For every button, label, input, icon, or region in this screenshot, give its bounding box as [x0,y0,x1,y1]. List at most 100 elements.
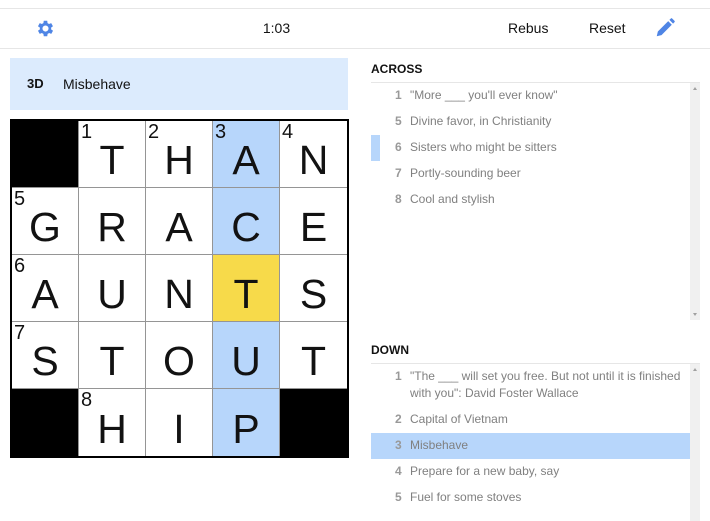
down-clue-item[interactable]: 5 Fuel for some stoves [371,485,691,511]
rebus-button[interactable]: Rebus [508,20,548,36]
grid-cell[interactable]: N [146,255,213,322]
clue-number: 1 [395,88,402,102]
clue-number: 7 [395,166,402,180]
clue-number: 1 [395,369,402,383]
across-clue-item[interactable]: 5 Divine favor, in Christianity [371,109,691,135]
crossword-grid: 1T2H3A4N5GRACE6AUNTS7STOUT8HIP [10,119,349,458]
cell-letter: G [29,204,61,250]
across-clue-list: 1 "More ___ you'll ever know" 5 Divine favo… [371,82,700,320]
clue-number: 4 [395,464,402,478]
grid-cell[interactable]: 1T [79,121,146,188]
cell-letter: H [97,406,127,452]
cell-number: 1 [81,121,93,143]
down-clue-item[interactable]: 3 Misbehave [371,433,691,459]
current-clue-text: Misbehave [63,76,131,92]
cell-letter: A [31,271,59,317]
cell-number: 8 [81,389,93,411]
clue-text: "The ___ will set you free. But not unti… [410,369,681,400]
across-clue-item[interactable]: 7 Portly-sounding beer [371,161,691,187]
grid-cell[interactable]: I [146,389,213,456]
cell-number: 7 [14,322,26,344]
grid-cell[interactable]: 6A [12,255,79,322]
grid-cell[interactable]: 8H [79,389,146,456]
cell-letter: U [97,271,127,317]
toolbar: 1:03 Rebus Reset [0,8,710,49]
across-clue-item[interactable]: 1 "More ___ you'll ever know" [371,83,691,109]
scroll-up-arrow-icon[interactable] [693,87,697,90]
grid-cell[interactable]: O [146,322,213,389]
block-cell [280,389,347,456]
grid-cell[interactable]: U [79,255,146,322]
grid-cell[interactable]: E [280,188,347,255]
reset-button[interactable]: Reset [589,20,626,36]
grid-cell[interactable]: U [213,322,280,389]
clue-number: 3 [395,438,402,452]
block-cell [12,389,79,456]
down-clue-item[interactable]: 4 Prepare for a new baby, say [371,459,691,485]
clue-number: 5 [395,114,402,128]
cell-letter: U [231,338,261,384]
clue-number: 6 [395,140,402,154]
clue-number: 2 [395,412,402,426]
current-clue-label: 3D [27,76,44,91]
grid-cell[interactable]: C [213,188,280,255]
across-clue-item[interactable]: 8 Cool and stylish [371,187,691,213]
grid-cell[interactable]: 4N [280,121,347,188]
cell-letter: T [99,137,125,183]
cell-letter: A [165,204,193,250]
across-title: ACROSS [371,62,423,76]
scroll-up-arrow-icon[interactable] [693,368,697,371]
cell-letter: I [173,406,185,452]
cell-letter: T [300,338,327,384]
cell-letter: C [231,204,261,250]
grid-cell[interactable]: T [213,255,280,322]
grid-cell[interactable]: T [79,322,146,389]
clue-text: Capital of Vietnam [410,412,508,426]
current-clue-bar: 3D Misbehave [10,58,348,110]
down-title: DOWN [371,343,409,357]
grid-cell[interactable]: 7S [12,322,79,389]
grid-cell[interactable]: 5G [12,188,79,255]
cell-letter: S [299,271,328,317]
block-cell [12,121,79,188]
scroll-down-arrow-icon[interactable] [693,313,697,316]
grid-cell[interactable]: T [280,322,347,389]
clue-text: Prepare for a new baby, say [410,464,560,478]
cell-letter: O [163,338,195,384]
cell-number: 4 [282,121,294,143]
cell-number: 2 [148,121,160,143]
cell-letter: E [299,204,328,250]
timer: 1:03 [262,20,291,36]
pencil-icon[interactable] [654,17,676,39]
cell-letter: H [164,137,194,183]
clue-number: 8 [395,192,402,206]
down-clue-list: 1 "The ___ will set you free. But not unt… [371,363,700,521]
cell-number: 3 [215,121,227,143]
clue-text: Misbehave [410,438,469,452]
grid-cell[interactable]: P [213,389,280,456]
across-scrollbar[interactable] [690,83,700,320]
grid-cell[interactable]: A [146,188,213,255]
across-clue-item[interactable]: 6 Sisters who might be sitters [371,135,691,161]
down-clue-item[interactable]: 2 Capital of Vietnam [371,407,691,433]
down-scrollbar[interactable] [690,364,700,521]
clue-number: 5 [395,490,402,504]
cell-letter: A [232,137,260,183]
clue-text: Sisters who might be sitters [410,140,557,154]
cell-letter: N [298,137,329,183]
cell-letter: R [97,204,127,250]
cell-number: 6 [14,255,26,277]
clue-text: Fuel for some stoves [410,490,522,504]
cell-number: 5 [14,188,26,210]
cell-letter: P [232,406,260,452]
clue-text: Cool and stylish [410,192,495,206]
grid-cell[interactable]: 3A [213,121,280,188]
cell-letter: S [31,338,59,384]
grid-cell[interactable]: 2H [146,121,213,188]
grid-cell[interactable]: S [280,255,347,322]
grid-cell[interactable]: R [79,188,146,255]
cell-letter: T [99,338,125,384]
clue-text: Portly-sounding beer [410,166,521,180]
down-clue-item[interactable]: 1 "The ___ will set you free. But not unt… [371,364,691,407]
clue-text: Divine favor, in Christianity [410,114,552,128]
